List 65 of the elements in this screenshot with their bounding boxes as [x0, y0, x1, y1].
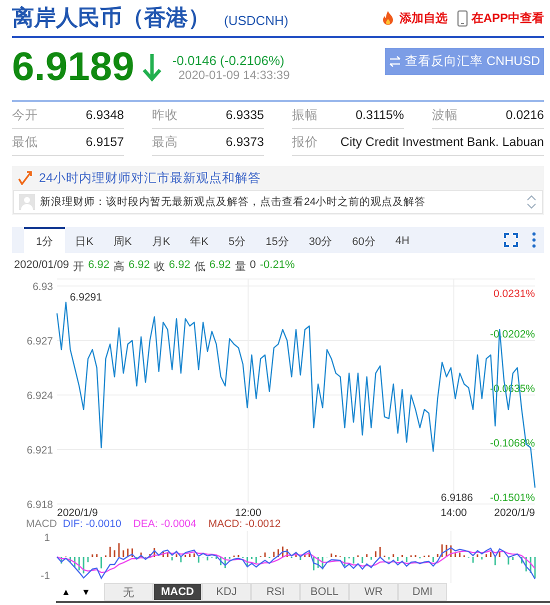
trend-arrow-icon — [18, 171, 33, 185]
x-axis-label: 2020/1/9 — [57, 507, 98, 518]
percent-axis-label: 0.0231% — [494, 288, 535, 300]
stat-value: 0.0216 — [506, 108, 544, 122]
header-link[interactable]: 在APP中查看 — [457, 10, 544, 26]
stat-label: 昨收 — [152, 106, 178, 124]
period-tab[interactable]: 5分 — [218, 229, 256, 253]
stat-value: 6.9157 — [86, 135, 124, 149]
down-arrow-icon — [142, 52, 162, 82]
period-tab[interactable]: 30分 — [298, 229, 342, 253]
indicator-tab[interactable]: RSI — [251, 583, 300, 601]
indicator-tab[interactable]: 无 — [104, 583, 153, 601]
indicator-value: DEA: -0.0004 — [133, 518, 196, 531]
stat-label: 最低 — [12, 134, 38, 150]
x-axis-label: 12:00 — [235, 507, 262, 518]
stat-value: 6.9373 — [226, 135, 264, 149]
period-tab[interactable]: 15分 — [256, 229, 299, 253]
phone-icon — [457, 10, 468, 26]
period-tab[interactable]: 年K — [180, 229, 218, 253]
indicator-tab[interactable]: BOLL — [300, 583, 349, 601]
period-tab[interactable]: 60分 — [342, 229, 386, 253]
x-axis-label: 14:00 — [440, 507, 467, 518]
swap-icon — [389, 56, 402, 67]
price-annotation: 6.9186 — [440, 492, 473, 504]
ohlc-summary: 2020/01/09 开 6.92 高 6.92 收 6.92 低 6.92 量 0 -0.21% — [14, 259, 296, 274]
indicator-value: DIF: -0.0010 — [62, 518, 122, 531]
current-price: 6.9189 — [12, 44, 134, 90]
indicator-name: MACD — [26, 518, 57, 531]
x-axis-label: 2020/1/9 — [494, 507, 535, 518]
y-axis-label: 6.924 — [26, 390, 53, 402]
advice-title-link[interactable]: 24小时内理财师对汇市最新观点和解答 — [39, 170, 261, 186]
stat-value: 0.3115% — [356, 108, 404, 122]
y-axis-label: 6.921 — [26, 444, 53, 456]
stat-label: 报价 — [292, 134, 318, 150]
stat-label: 振幅 — [292, 106, 318, 124]
avatar-icon — [19, 194, 35, 210]
stat-label: 波幅 — [432, 106, 458, 124]
stat-label: 最高 — [152, 134, 178, 150]
indicator-tab[interactable]: MACD — [153, 583, 202, 601]
fullscreen-icon[interactable] — [504, 233, 518, 247]
period-tab[interactable]: 4H — [385, 229, 420, 253]
period-tab[interactable]: 周K — [103, 229, 142, 253]
stat-value: 6.9348 — [86, 108, 124, 122]
price-change: -0.0146 (-0.2106%) — [172, 52, 286, 68]
more-icon[interactable] — [532, 232, 536, 248]
stat-value: City Credit Investment Bank. Labuan — [340, 135, 544, 149]
stat-value: 6.9335 — [226, 108, 264, 122]
y-axis-label: 6.93 — [32, 281, 53, 293]
header-link[interactable]: 添加自选 — [380, 10, 448, 26]
period-tab[interactable]: 日K — [65, 229, 104, 253]
indicator-tab[interactable]: DMI — [398, 583, 447, 601]
price-annotation: 6.9291 — [70, 291, 102, 304]
indicator-tab[interactable]: WR — [349, 583, 398, 601]
indicator-value: MACD: -0.0012 — [208, 518, 281, 531]
period-tab[interactable]: 月K — [142, 229, 180, 253]
page-title: 离岸人民币（香港） — [12, 4, 210, 32]
macd-indicator-drawing: 1 -1 — [0, 531, 550, 583]
stat-label: 今开 — [12, 106, 38, 124]
percent-axis-label: -0.1501% — [490, 492, 535, 504]
symbol-code: (USDCNH) — [224, 12, 288, 28]
y-axis-label: 6.918 — [26, 499, 53, 511]
indicator-tab[interactable]: KDJ — [202, 583, 251, 601]
period-tab[interactable]: 1分 — [24, 227, 66, 253]
quote-time: 2020-01-09 14:33:39 — [178, 68, 290, 82]
y-axis-label: 6.927 — [26, 336, 53, 348]
